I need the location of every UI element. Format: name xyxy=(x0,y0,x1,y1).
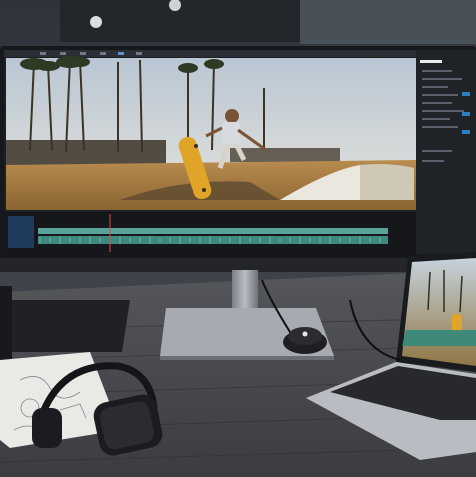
drawing-tablet xyxy=(0,300,130,352)
photo-scene xyxy=(0,0,476,477)
inspector-panel[interactable] xyxy=(416,50,476,254)
editor-screen xyxy=(4,50,476,254)
track-headers[interactable] xyxy=(8,216,34,248)
monitor-chin xyxy=(0,258,476,272)
video-preview[interactable] xyxy=(6,56,416,210)
audio-track-clip[interactable] xyxy=(38,236,388,244)
timeline[interactable] xyxy=(4,212,416,254)
video-track-clip[interactable] xyxy=(38,228,388,234)
ceiling-light xyxy=(90,16,102,28)
wall-panel xyxy=(300,0,476,44)
